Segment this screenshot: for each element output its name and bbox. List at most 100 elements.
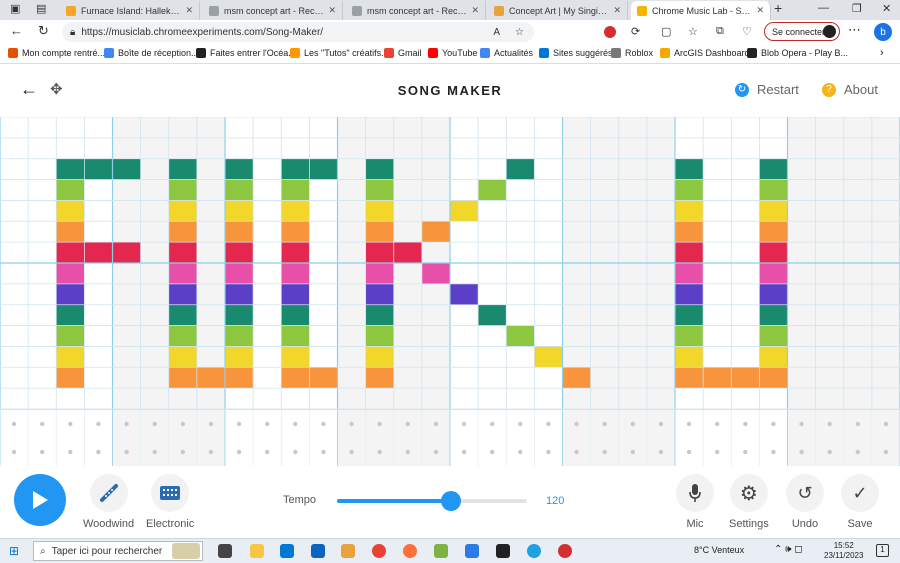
browser-essentials-icon[interactable]: ♡ xyxy=(742,25,752,38)
bookmark-item[interactable]: Roblox xyxy=(611,48,653,58)
app-icon-3[interactable] xyxy=(496,544,510,558)
avatar xyxy=(823,25,836,38)
favorite-star-icon[interactable]: ☆ xyxy=(515,27,524,38)
collections-icon[interactable]: ⧉ xyxy=(716,25,724,38)
tab-close-icon[interactable]: ✕ xyxy=(467,5,479,16)
app-icon[interactable] xyxy=(434,544,448,558)
edge-icon[interactable] xyxy=(527,544,541,558)
bookmark-item[interactable]: YouTube xyxy=(428,48,477,58)
percussion-dot xyxy=(264,449,270,455)
tab-close-icon[interactable]: ✕ xyxy=(324,5,336,16)
bookmark-item[interactable]: Boîte de réception... xyxy=(104,48,199,58)
restart-button[interactable]: ↻ Restart xyxy=(735,82,799,97)
note-cell xyxy=(225,304,254,326)
tempo-slider-thumb[interactable] xyxy=(441,491,461,511)
note-cell xyxy=(450,283,479,305)
play-button[interactable] xyxy=(14,474,66,526)
windows-start-icon[interactable]: ⊞ xyxy=(9,544,19,558)
undo-button[interactable]: ↺ Undo xyxy=(786,474,824,530)
media-player-icon[interactable] xyxy=(341,544,355,558)
sign-in-button[interactable]: Se connecter xyxy=(764,22,840,41)
tempo-slider[interactable] xyxy=(337,491,527,511)
note-cell xyxy=(759,158,788,180)
note-cell xyxy=(534,346,563,368)
note-cell xyxy=(281,367,310,389)
url-field[interactable]: 🔒︎ https://musiclab.chromeexperiments.co… xyxy=(62,22,534,42)
copilot-icon[interactable]: b xyxy=(874,23,892,41)
note-cell xyxy=(168,242,197,263)
bookmark-item[interactable]: Faites entrer l'Océa... xyxy=(196,48,296,58)
more-menu-icon[interactable]: ⋯ xyxy=(848,22,861,38)
percussion-button[interactable]: Electronic xyxy=(146,474,194,530)
file-explorer-icon[interactable] xyxy=(250,544,264,558)
melody-grid[interactable] xyxy=(0,117,900,409)
note-cell xyxy=(759,221,788,243)
weather-text[interactable]: 8°C Venteux xyxy=(694,545,744,555)
note-cell xyxy=(225,200,254,222)
mic-button[interactable]: Mic xyxy=(676,474,714,530)
tab-close-icon[interactable]: ✕ xyxy=(752,5,764,16)
browser-tab[interactable]: msm concept art - Recherche✕ xyxy=(346,1,486,20)
about-button[interactable]: ? About xyxy=(822,82,878,97)
melody-grid-canvas[interactable] xyxy=(0,117,900,409)
browser-tab[interactable]: Furnace Island: Hallekhzendurr...✕ xyxy=(60,1,200,20)
favorites-icon[interactable]: ☆ xyxy=(688,25,698,38)
note-cell xyxy=(759,367,788,389)
bookmark-label: Actualités xyxy=(494,48,534,58)
chrome-icon[interactable] xyxy=(372,544,386,558)
note-cell xyxy=(421,263,450,284)
note-cell xyxy=(281,304,310,326)
refresh-icon[interactable]: ↻ xyxy=(38,23,49,39)
percussion-dot xyxy=(180,449,186,455)
browser-tab[interactable]: Concept Art | My Singing Monst...✕ xyxy=(488,1,628,20)
back-icon[interactable]: ← xyxy=(10,23,23,38)
checkmark-icon: ✓ xyxy=(852,482,868,503)
restore-icon[interactable]: ❐ xyxy=(852,2,862,15)
new-tab-button[interactable]: + xyxy=(774,0,782,16)
workspaces-icon[interactable]: ▣ xyxy=(10,2,20,15)
percussion-dot xyxy=(321,449,326,455)
instrument-button[interactable]: Woodwind xyxy=(83,474,134,530)
tab-close-icon[interactable]: ✕ xyxy=(181,5,193,16)
mail-icon[interactable] xyxy=(311,544,325,558)
app-icon-4[interactable] xyxy=(558,544,572,558)
split-screen-icon[interactable]: ▢ xyxy=(661,25,671,38)
taskbar-search[interactable]: ⌕ Taper ici pour rechercher xyxy=(33,541,203,561)
percussion-grid-canvas[interactable] xyxy=(0,410,900,467)
more-bookmarks-icon[interactable]: › xyxy=(880,47,884,59)
minimize-icon[interactable]: — xyxy=(818,2,829,14)
percussion-dot xyxy=(518,449,523,455)
close-window-icon[interactable]: ✕ xyxy=(882,2,891,15)
system-tray-icons[interactable]: ⌃ 🕪︎ ◻ xyxy=(774,544,803,555)
bookmark-item[interactable]: Mon compte rentré... xyxy=(8,48,105,58)
tab-close-icon[interactable]: ✕ xyxy=(609,5,621,16)
bookmark-item[interactable]: Gmail xyxy=(384,48,422,58)
url-text: https://musiclab.chromeexperiments.com/S… xyxy=(81,26,324,38)
clock[interactable]: 15:52 23/11/2023 xyxy=(824,541,863,561)
notifications-icon[interactable]: 1 xyxy=(876,544,889,557)
firefox-icon[interactable] xyxy=(403,544,417,558)
app-icon-2[interactable] xyxy=(465,544,479,558)
read-aloud-icon[interactable]: A xyxy=(493,27,500,38)
bookmark-item[interactable]: Les "Tutos" créatifs... xyxy=(290,48,389,58)
note-cell xyxy=(168,367,197,389)
extension-icon[interactable]: ⟳ xyxy=(631,25,640,38)
bookmark-item[interactable]: Actualités xyxy=(480,48,533,58)
task-view-icon[interactable] xyxy=(218,544,232,558)
percussion-dot xyxy=(377,449,382,455)
percussion-dot xyxy=(743,421,748,427)
settings-button[interactable]: ⚙ Settings xyxy=(729,474,769,530)
save-button[interactable]: ✓ Save xyxy=(841,474,879,530)
browser-tab[interactable]: msm concept art - Recherche✕ xyxy=(203,1,343,20)
browser-tab[interactable]: Chrome Music Lab - Song Mak...✕ xyxy=(631,1,771,20)
bookmark-item[interactable]: Sites suggérés xyxy=(539,48,613,58)
bookmark-favicon-icon xyxy=(539,48,549,58)
note-cell xyxy=(281,283,310,305)
percussion-grid[interactable] xyxy=(0,409,900,467)
tab-actions-icon[interactable]: ▤ xyxy=(36,2,46,15)
adblock-icon[interactable] xyxy=(604,26,616,38)
store-icon[interactable] xyxy=(280,544,294,558)
bookmark-item[interactable]: Blob Opera - Play B... xyxy=(747,48,848,58)
bookmark-item[interactable]: ArcGIS Dashboards xyxy=(660,48,754,58)
note-cell xyxy=(675,325,704,347)
